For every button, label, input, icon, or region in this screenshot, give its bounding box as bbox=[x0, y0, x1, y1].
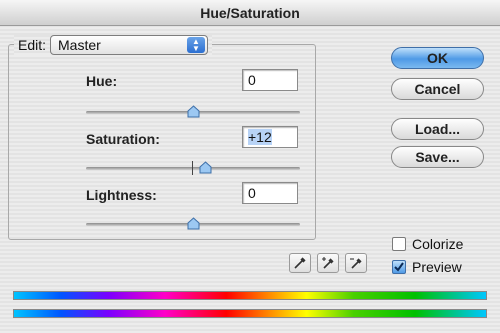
cancel-button[interactable]: Cancel bbox=[391, 78, 484, 100]
saturation-slider-track bbox=[86, 167, 300, 170]
preview-label: Preview bbox=[412, 259, 462, 275]
title-bar[interactable]: Hue/Saturation bbox=[0, 0, 500, 26]
ok-button[interactable]: OK bbox=[391, 47, 484, 69]
window-title: Hue/Saturation bbox=[200, 4, 300, 21]
eyedropper-icon bbox=[294, 257, 306, 269]
saturation-slider[interactable] bbox=[86, 160, 300, 176]
lightness-slider[interactable] bbox=[86, 216, 300, 232]
lightness-value: 0 bbox=[248, 185, 256, 201]
load-button[interactable]: Load... bbox=[391, 118, 484, 140]
edit-dropdown[interactable]: Master ▲ ▼ bbox=[50, 35, 209, 55]
colorize-checkbox-box[interactable] bbox=[392, 237, 406, 251]
chevron-updown-icon: ▲ ▼ bbox=[187, 37, 206, 53]
hue-label: Hue: bbox=[86, 73, 118, 89]
lightness-slider-thumb[interactable] bbox=[187, 217, 200, 230]
output-color-ramp bbox=[13, 309, 487, 318]
lightness-label: Lightness: bbox=[86, 187, 157, 203]
input-color-ramp bbox=[13, 291, 487, 300]
eyedropper-plus-icon bbox=[322, 257, 334, 269]
colorize-label: Colorize bbox=[412, 236, 464, 252]
saturation-value: +12 bbox=[248, 129, 272, 145]
colorize-checkbox[interactable]: Colorize bbox=[392, 236, 463, 252]
saturation-slider-thumb[interactable] bbox=[199, 161, 212, 174]
hue-input[interactable]: 0 bbox=[242, 69, 298, 91]
edit-row: Edit: Master ▲ ▼ bbox=[14, 35, 213, 55]
hue-slider-thumb[interactable] bbox=[187, 105, 200, 118]
hue-saturation-dialog: Hue/Saturation Edit: Master ▲ ▼ Hue: 0 Sa… bbox=[0, 0, 500, 333]
lightness-input[interactable]: 0 bbox=[242, 182, 298, 204]
edit-dropdown-value: Master bbox=[58, 37, 101, 53]
eyedropper-tools bbox=[289, 253, 367, 273]
edit-label: Edit: bbox=[18, 37, 47, 53]
eyedropper-minus-icon bbox=[350, 258, 362, 269]
preview-checkbox-box[interactable] bbox=[392, 260, 406, 274]
save-button[interactable]: Save... bbox=[391, 146, 484, 168]
preview-checkbox[interactable]: Preview bbox=[392, 259, 462, 275]
eyedropper-button[interactable] bbox=[289, 253, 311, 273]
saturation-input[interactable]: +12 bbox=[242, 126, 298, 148]
hue-value: 0 bbox=[248, 72, 256, 88]
hue-slider[interactable] bbox=[86, 104, 300, 120]
eyedropper-minus-button[interactable] bbox=[345, 253, 367, 273]
saturation-label: Saturation: bbox=[86, 131, 160, 147]
checkmark-icon bbox=[394, 262, 404, 272]
saturation-center-tick bbox=[192, 161, 193, 175]
eyedropper-plus-button[interactable] bbox=[317, 253, 339, 273]
